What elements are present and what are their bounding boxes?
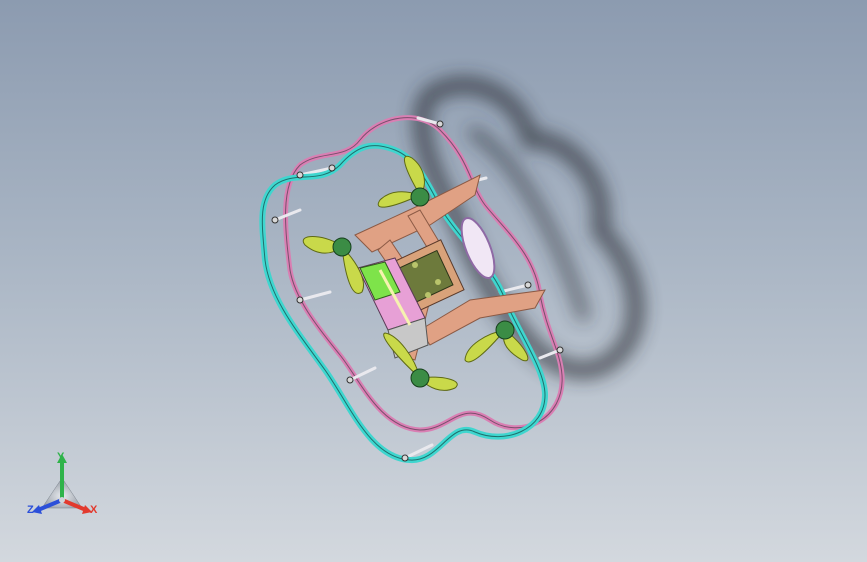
drone-model-3d-view[interactable]: [0, 0, 867, 562]
triad-graphic: [32, 454, 92, 514]
graphics-viewport[interactable]: Y X Z: [0, 0, 867, 562]
triad-y-label: Y: [57, 451, 65, 463]
triad-x-label: X: [90, 504, 98, 516]
triad-z-label: Z: [27, 504, 34, 516]
triad-origin: [59, 497, 65, 503]
propeller-top: [377, 155, 430, 208]
propeller-left: [302, 236, 364, 294]
view-orientation-triad: Y X Z: [24, 448, 108, 528]
